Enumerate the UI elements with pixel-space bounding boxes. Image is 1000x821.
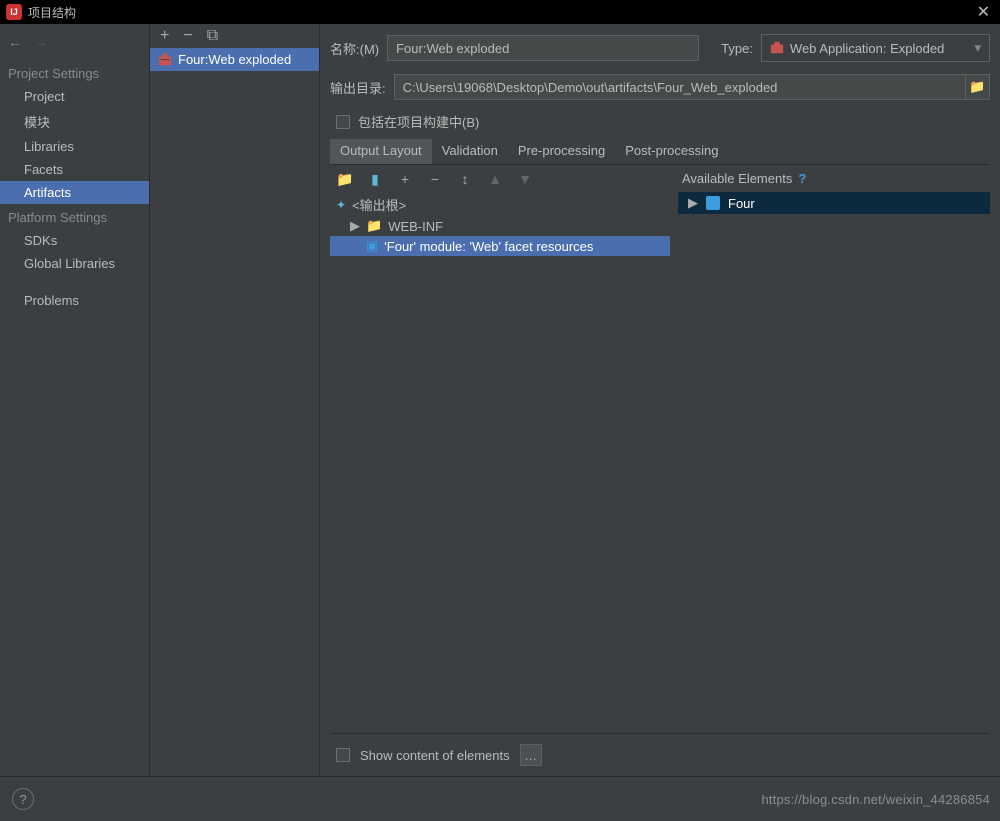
available-elements-panel: Available Elements ? ▶ Four [670,165,990,733]
show-content-options-button[interactable]: … [520,744,542,766]
type-value: Web Application: Exploded [790,41,944,56]
tree-webinf[interactable]: ▶ 📁 WEB-INF [330,216,670,236]
new-archive-icon[interactable]: ▮ [366,171,384,188]
artifact-name: Four:Web exploded [178,52,291,67]
include-checkbox[interactable] [336,115,350,129]
tabs: Output Layout Validation Pre-processing … [330,139,990,165]
remove-icon[interactable]: − [183,27,192,45]
type-select[interactable]: Web Application: Exploded ▾ [761,34,990,62]
web-icon: ▣ [366,238,378,254]
available-elements-label: Available Elements [682,171,792,186]
add-copy-icon[interactable]: + [396,171,414,187]
artifacts-list-panel: + − ⧉ Four:Web exploded [150,24,320,776]
new-folder-icon[interactable]: 📁 [336,171,354,188]
list-toolbar: + − ⧉ [150,24,319,48]
output-label: 输出目录: [330,78,386,97]
layout-toolbar: 📁 ▮ + − ↕ ▲ ▼ [330,165,670,193]
include-label: 包括在项目构建中(B) [358,112,479,131]
show-content-checkbox[interactable] [336,748,350,762]
show-content-row: Show content of elements … [330,733,990,776]
type-icon [770,41,784,55]
nav-global-libraries[interactable]: Global Libraries [0,252,149,275]
output-input[interactable] [394,74,966,100]
nav-sdks[interactable]: SDKs [0,229,149,252]
show-content-label: Show content of elements [360,748,510,763]
move-up-icon[interactable]: ▲ [486,171,504,187]
module-icon [706,196,720,210]
artifact-icon [158,53,172,67]
available-item[interactable]: ▶ Four [678,192,990,214]
folder-icon: 📁 [366,218,382,234]
browse-folder-icon[interactable]: 📁 [966,74,990,100]
nav-facets[interactable]: Facets [0,158,149,181]
output-layout-tree-panel: 📁 ▮ + − ↕ ▲ ▼ ✦ <输出根> ▶ 📁 W [330,165,670,733]
section-project-settings: Project Settings [0,60,149,85]
name-input[interactable] [387,35,699,61]
tab-output-layout[interactable]: Output Layout [330,139,432,164]
back-icon[interactable]: ← [8,34,22,50]
forward-icon: → [34,34,48,50]
section-platform-settings: Platform Settings [0,204,149,229]
add-icon[interactable]: + [160,27,169,45]
chevron-down-icon: ▾ [974,40,981,56]
layout-tree: ✦ <输出根> ▶ 📁 WEB-INF ▣ 'Four' module: 'We… [330,193,670,733]
sort-icon[interactable]: ↕ [456,171,474,187]
tab-pre-processing[interactable]: Pre-processing [508,139,615,164]
nav-history: ← → [0,30,149,60]
tree-root[interactable]: ✦ <输出根> [330,193,670,216]
watermark: https://blog.csdn.net/weixin_44286854 [761,792,990,807]
window-title: 项目结构 [28,4,973,21]
remove-layout-icon[interactable]: − [426,171,444,187]
tree-facet-resources[interactable]: ▣ 'Four' module: 'Web' facet resources [330,236,670,256]
tab-validation[interactable]: Validation [432,139,508,164]
nav-project[interactable]: Project [0,85,149,108]
tab-post-processing[interactable]: Post-processing [615,139,728,164]
title-bar: IJ 项目结构 ✕ [0,0,1000,24]
expand-icon[interactable]: ▶ [688,195,698,211]
nav-artifacts[interactable]: Artifacts [0,181,149,204]
detail-panel: 名称:(M) Type: Web Application: Exploded ▾… [320,24,1000,776]
expand-icon[interactable]: ▶ [350,218,360,234]
root-icon: ✦ [336,198,346,212]
move-down-icon[interactable]: ▼ [516,171,534,187]
copy-icon[interactable]: ⧉ [207,27,218,45]
help-icon[interactable]: ? [798,171,806,186]
nav-libraries[interactable]: Libraries [0,135,149,158]
sidebar: ← → Project Settings Project 模块 Librarie… [0,24,150,776]
type-label: Type: [721,41,753,56]
help-button[interactable]: ? [12,788,34,810]
close-icon[interactable]: ✕ [973,2,994,22]
name-label: 名称:(M) [330,39,379,58]
nav-problems[interactable]: Problems [0,289,149,312]
app-icon: IJ [6,4,22,20]
artifact-list-item[interactable]: Four:Web exploded [150,48,319,71]
nav-modules[interactable]: 模块 [0,108,149,135]
